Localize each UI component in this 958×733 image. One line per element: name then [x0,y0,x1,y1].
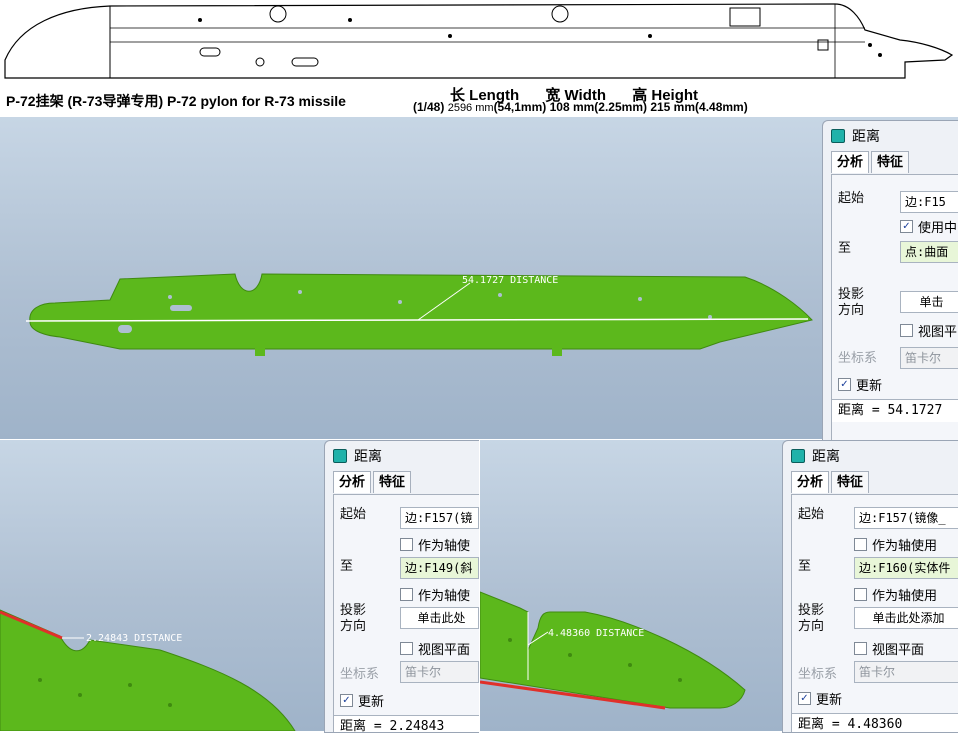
coord-field[interactable]: 笛卡尔 [854,661,958,683]
checkbox-checked-icon: ✓ [900,220,913,233]
from-field[interactable]: 边:F15 [900,191,958,213]
as-axis-checkbox-1[interactable]: 作为轴使 [400,535,470,554]
as-axis-label-2: 作为轴使 [418,589,471,604]
coord-label: 坐标系 [798,667,838,682]
update-checkbox[interactable]: ✓ 更新 [798,689,842,708]
from-label: 起始 [838,191,865,206]
distance-annotation-top: 54.1727 DISTANCE [462,275,558,286]
view-plane-checkbox[interactable]: 视图平面 [400,639,470,658]
update-checkbox[interactable]: ✓ 更新 [838,375,882,394]
length-full: 2596 mm [447,102,494,114]
to-label: 至 [798,559,812,574]
projection-field[interactable]: 单击 [900,291,958,313]
projection-field[interactable]: 单击此处 [400,607,479,629]
checkbox-checked-icon: ✓ [838,378,851,391]
as-axis-checkbox-2[interactable]: 作为轴使 [400,585,470,604]
checkbox-checked-icon: ✓ [798,692,811,705]
distance-annotation-br: 4.48360 DISTANCE [548,628,644,639]
projection-label: 投影 方向 [798,603,825,634]
coord-field[interactable]: 笛卡尔 [400,661,479,683]
pylon-title: P-72挂架 (R-73导弹专用) P-72 pylon for R-73 mi… [6,93,346,109]
update-label: 更新 [816,693,843,708]
dialog-app-icon [333,449,347,463]
update-checkbox[interactable]: ✓ 更新 [340,691,384,710]
checkbox-empty-icon [400,642,413,655]
to-label: 至 [838,241,852,256]
pylon-blueprint-drawing [0,0,958,90]
distance-annotation-bl: 2.24843 DISTANCE [86,633,182,644]
distance-result: 距离 = 4.48360 [792,713,958,732]
view-plane-label: 视图平面 [872,643,925,658]
dialog-app-icon [831,129,845,143]
dialog-title: 距离 [852,129,880,145]
to-field[interactable]: 边:F149(斜 [400,557,479,579]
view-plane-checkbox[interactable]: 视图平面 [854,639,924,658]
dimension-values: (1/48) 2596 mm(54,1mm) 108 mm(2.25mm) 21… [413,100,748,114]
from-label: 起始 [340,507,367,522]
checkbox-empty-icon [854,588,867,601]
distance-dialog-top[interactable]: 距离 分析 特征 起始 边:F15 ✓ 使用中 至 点:曲面 投影 方向 单击 视… [822,120,958,442]
distance-dialog-bottom-left[interactable]: 距离 分析 特征 起始 边:F157(镜 作为轴使 至 边:F149(斜 作为轴… [324,440,479,733]
checkbox-empty-icon [400,588,413,601]
projection-label: 投影 方向 [838,287,865,318]
checkbox-empty-icon [854,642,867,655]
view-plane-label: 视图平面 [418,643,471,658]
distance-dialog-bottom-right[interactable]: 距离 分析 特征 起始 边:F157(镜像_ 作为轴使用 至 边:F160(实体… [782,440,958,733]
dialog-title: 距离 [354,449,382,465]
tab-feature[interactable]: 特征 [871,151,910,173]
length-scaled: (54,1mm) [493,100,547,114]
use-axis-label: 使用中 [918,221,958,236]
checkbox-empty-icon [854,538,867,551]
from-field[interactable]: 边:F157(镜 [400,507,479,529]
dialog-body: 起始 边:F15 ✓ 使用中 至 点:曲面 投影 方向 单击 视图平 坐标系 笛卡… [831,174,958,441]
tab-analysis[interactable]: 分析 [333,471,372,493]
to-label: 至 [340,559,354,574]
width-scaled: (2.25mm) [594,100,647,114]
coord-label: 坐标系 [838,351,878,366]
checkbox-empty-icon [400,538,413,551]
coord-label: 坐标系 [340,667,380,682]
update-label: 更新 [358,695,385,710]
tab-feature[interactable]: 特征 [831,471,870,493]
distance-result: 距离 = 2.24843 [334,715,479,732]
height-full: 215 mm [650,100,696,114]
dialog-body: 起始 边:F157(镜 作为轴使 至 边:F149(斜 作为轴使 投影 方向 单… [333,494,479,732]
coord-field[interactable]: 笛卡尔 [900,347,958,369]
to-field[interactable]: 边:F160(实体件 [854,557,958,579]
from-label: 起始 [798,507,825,522]
view-plane-checkbox[interactable]: 视图平 [900,321,957,340]
scale-label: (1/48) [413,100,445,114]
as-axis-checkbox-2[interactable]: 作为轴使用 [854,585,937,604]
as-axis-label-2: 作为轴使用 [872,589,938,604]
as-axis-label-1: 作为轴使 [418,539,471,554]
projection-label: 投影 方向 [340,603,367,634]
dialog-title: 距离 [812,449,840,465]
checkbox-checked-icon: ✓ [340,694,353,707]
as-axis-label-1: 作为轴使用 [872,539,938,554]
viewport-top[interactable]: 54.1727 DISTANCE [0,117,958,439]
projection-field[interactable]: 单击此处添加 [854,607,958,629]
to-field[interactable]: 点:曲面 [900,241,958,263]
pylon-model-full: 54.1727 DISTANCE [25,273,813,356]
dialog-body: 起始 边:F157(镜像_ 作为轴使用 至 边:F160(实体件 作为轴使用 投… [791,494,958,732]
tab-analysis[interactable]: 分析 [831,151,870,173]
height-scaled: (4.48mm) [695,100,748,114]
use-axis-checkbox[interactable]: ✓ 使用中 [900,217,957,236]
as-axis-checkbox-1[interactable]: 作为轴使用 [854,535,937,554]
from-field[interactable]: 边:F157(镜像_ [854,507,958,529]
tab-feature[interactable]: 特征 [373,471,412,493]
dialog-app-icon [791,449,805,463]
view-plane-label: 视图平 [918,325,958,340]
tab-analysis[interactable]: 分析 [791,471,830,493]
distance-result: 距离 = 54.1727 [832,399,958,422]
update-label: 更新 [856,379,883,394]
width-full: 108 mm [549,100,595,114]
checkbox-empty-icon [900,324,913,337]
